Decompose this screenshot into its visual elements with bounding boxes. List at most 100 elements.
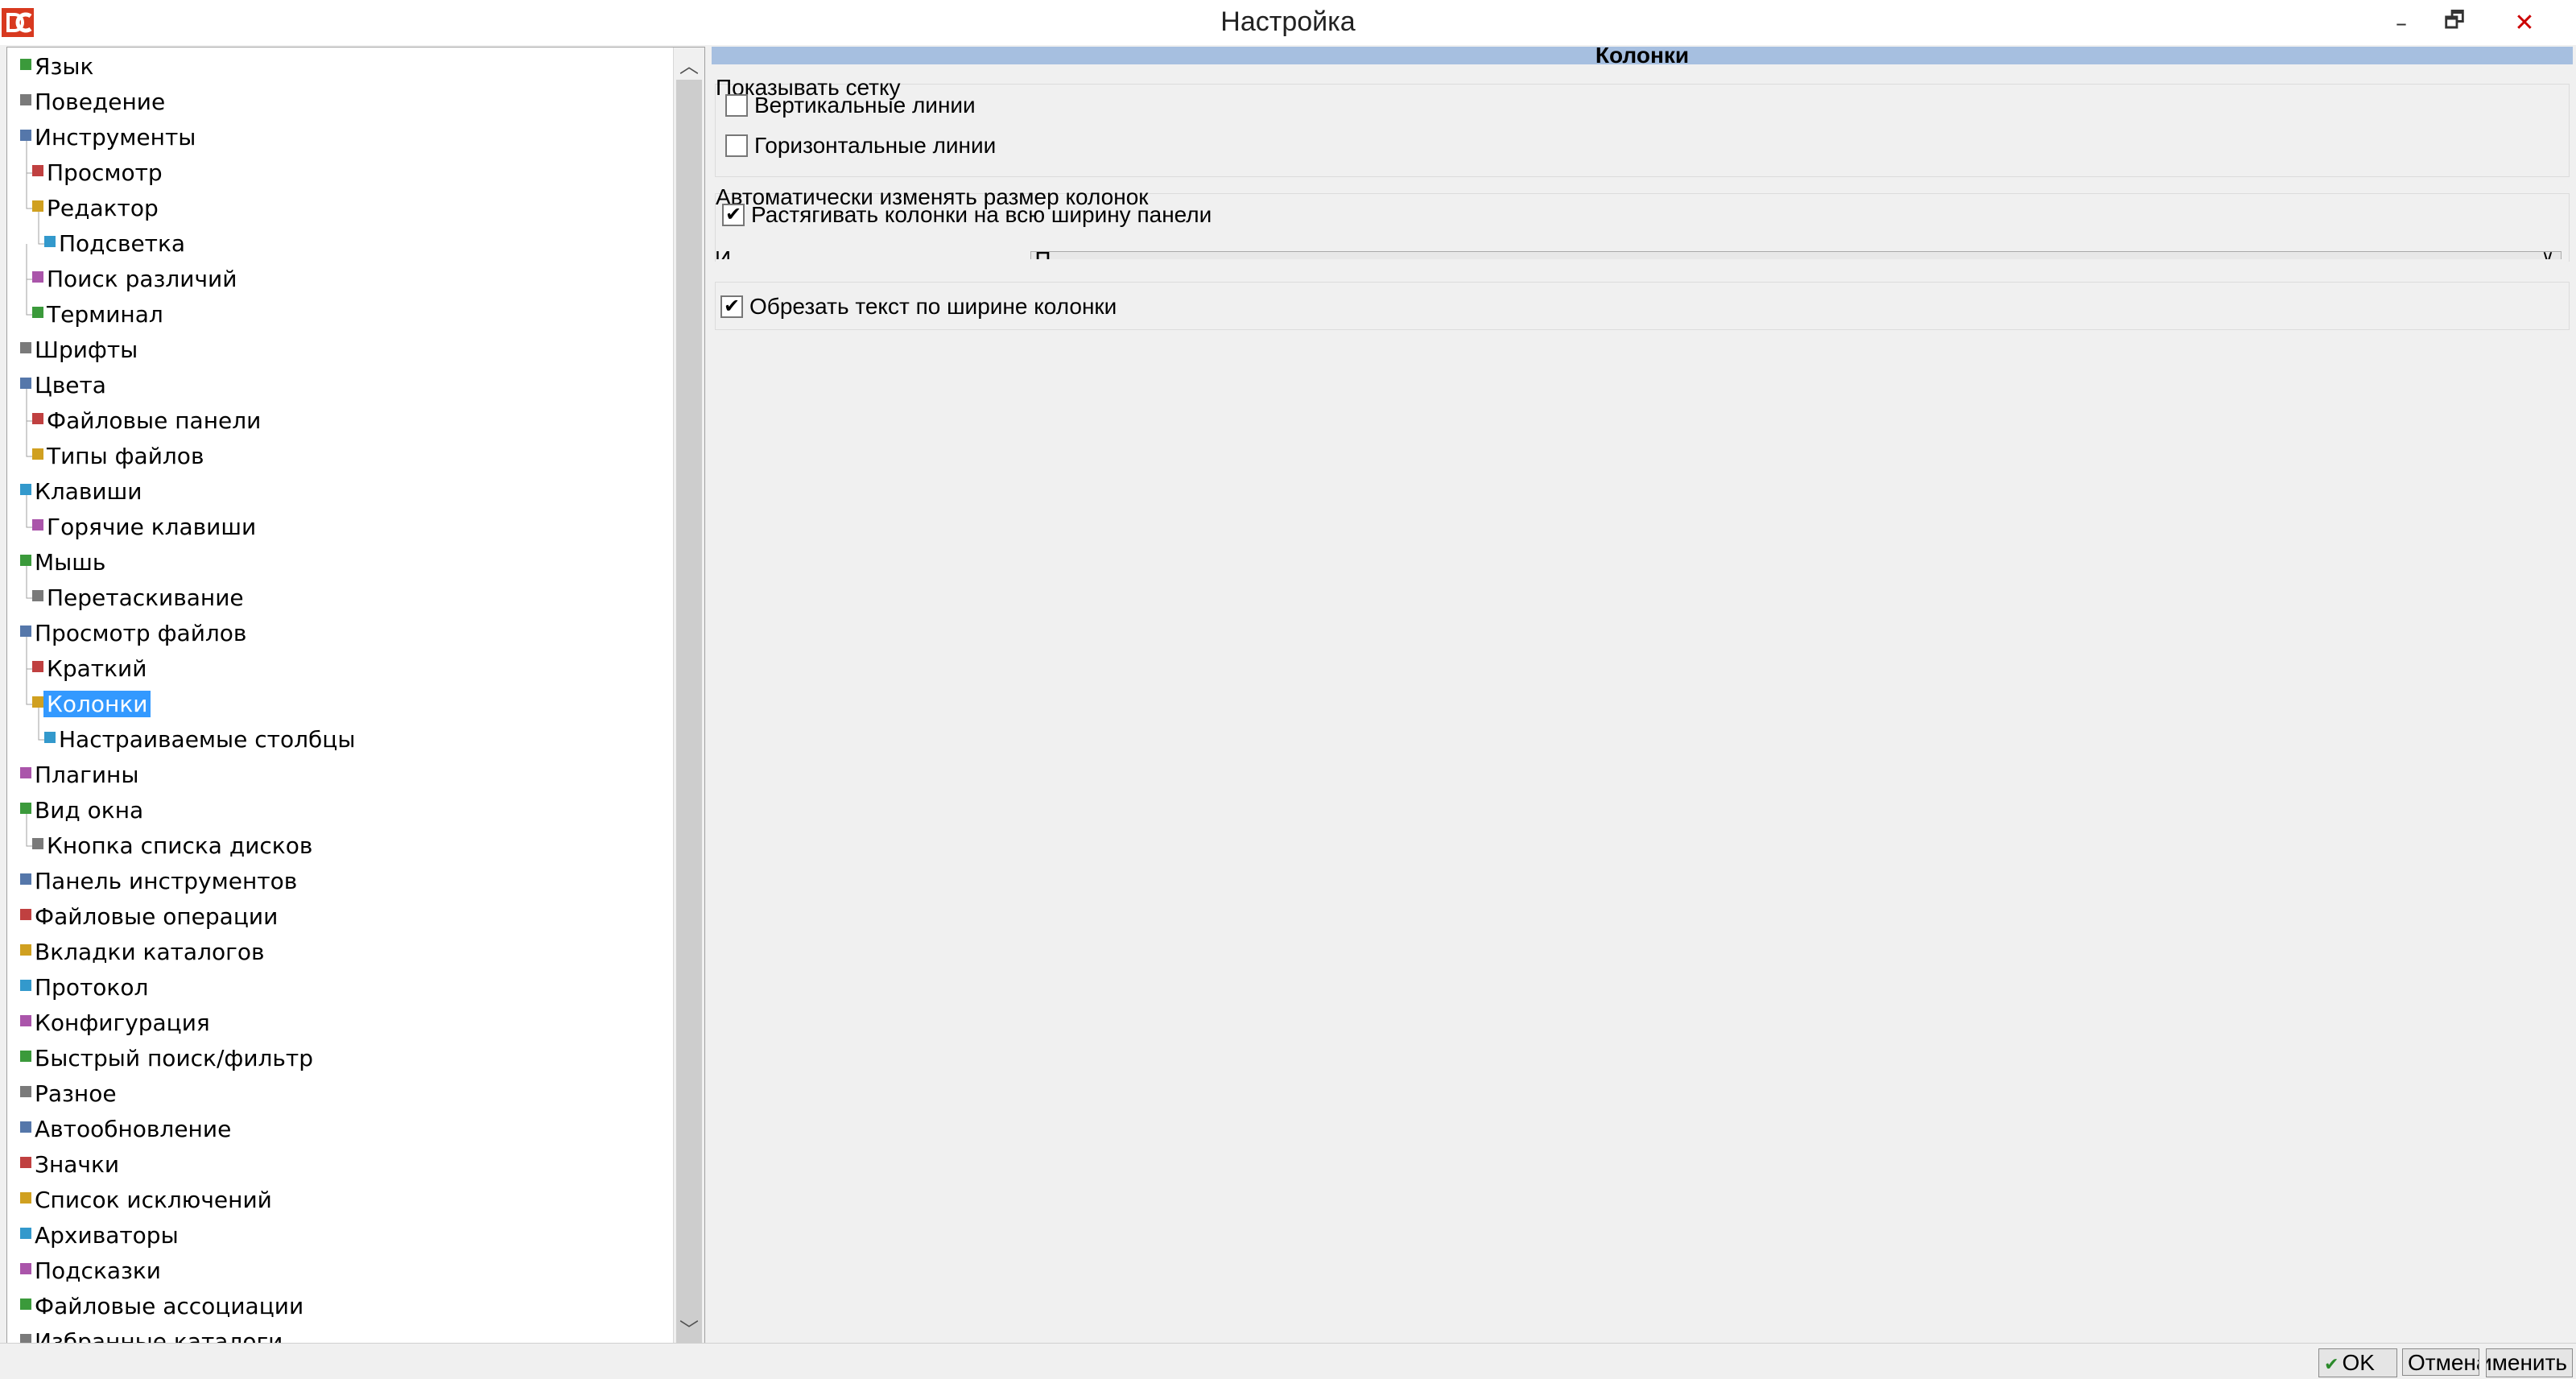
- file-associations-icon: [20, 1298, 31, 1310]
- tree-item-label: Панель инструментов: [35, 868, 298, 894]
- auto-refresh-icon: [20, 1121, 31, 1133]
- horizontal-lines-checkbox[interactable]: Горизонтальные линии: [725, 133, 996, 159]
- tree-item-label: Типы файлов: [47, 443, 204, 469]
- cancel-label: Отмена: [2408, 1350, 2479, 1375]
- autosize-column-label: И: [715, 250, 731, 259]
- tree-item[interactable]: Колонки: [32, 688, 151, 720]
- options-tree: Язык Поведение Инструменты Просмотр Редактор…: [6, 47, 705, 1344]
- close-button[interactable]: ✕: [2486, 0, 2563, 45]
- tree-item[interactable]: Автообновление: [20, 1113, 234, 1146]
- horizontal-lines-label: Горизонтальные линии: [754, 133, 997, 158]
- tree-item[interactable]: Плагины: [20, 759, 142, 791]
- truncate-text-checkbox[interactable]: ✔ Обрезать текст по ширине колонки: [720, 294, 1117, 320]
- tree-item[interactable]: Подсветка: [44, 228, 188, 260]
- tree-item[interactable]: Поиск различий: [32, 263, 240, 295]
- misc-icon: [20, 1086, 31, 1097]
- tree-item-label: Подсказки: [35, 1257, 162, 1284]
- tree-item-label: Просмотр файлов: [35, 620, 247, 646]
- mouse-icon: [20, 555, 31, 566]
- quick-search-icon: [20, 1051, 31, 1062]
- tree-item-label: Колонки: [43, 691, 151, 717]
- file-types-icon: [32, 448, 43, 460]
- tree-item-label: Плагины: [35, 762, 139, 788]
- tree-item-label: Клавиши: [35, 478, 142, 505]
- apply-button[interactable]: Применить: [2486, 1348, 2573, 1377]
- tree-item[interactable]: Кнопка списка дисков: [32, 830, 316, 862]
- tree-item[interactable]: Горячие клавиши: [32, 511, 259, 543]
- tree-item[interactable]: Быстрый поиск/фильтр: [20, 1043, 316, 1075]
- tree-item-label: Вид окна: [35, 797, 144, 824]
- tree-item-label: Настраиваемые столбцы: [59, 726, 356, 753]
- tree-item[interactable]: Цвета: [20, 370, 109, 402]
- check-icon: ✔: [2324, 1354, 2339, 1374]
- tree-item[interactable]: Архиваторы: [20, 1220, 182, 1252]
- tooltips-icon: [20, 1263, 31, 1274]
- tree-item[interactable]: Шрифты: [20, 334, 141, 366]
- scroll-up-arrow-icon[interactable]: ︿: [674, 47, 704, 80]
- tree-connector: [26, 173, 32, 209]
- tree-item[interactable]: Файловые операции: [20, 901, 281, 933]
- stretch-columns-box[interactable]: ✔: [722, 204, 745, 226]
- tree-item[interactable]: Избранные каталоги: [20, 1326, 286, 1344]
- tree-item[interactable]: Краткий: [32, 653, 150, 685]
- tree-item[interactable]: Настраиваемые столбцы: [44, 724, 358, 756]
- tree-item[interactable]: Разное: [20, 1078, 120, 1110]
- tree-item-label: Подсветка: [59, 230, 186, 257]
- window-title: Настройка: [1220, 6, 1356, 37]
- autosize-column-combo[interactable]: П ∨: [1030, 250, 2562, 259]
- tree-item-label: Вкладки каталогов: [35, 939, 265, 965]
- toolbar-icon: [20, 873, 31, 885]
- columns-icon: [32, 696, 43, 708]
- tree-item[interactable]: Типы файлов: [32, 440, 207, 473]
- terminal-icon: [32, 307, 43, 318]
- tree-item-label: Инструменты: [35, 124, 196, 151]
- tree-item[interactable]: Список исключений: [20, 1184, 275, 1216]
- tree-item[interactable]: Вид окна: [20, 795, 147, 827]
- tree-scrollbar[interactable]: ︿ ﹀: [673, 47, 704, 1344]
- tree-item[interactable]: Протокол: [20, 972, 151, 1004]
- vertical-lines-box[interactable]: [725, 94, 748, 117]
- drive-button-icon: [32, 838, 43, 849]
- tree-item[interactable]: Просмотр: [32, 157, 166, 189]
- tree-item[interactable]: Конфигурация: [20, 1007, 213, 1039]
- tree-item[interactable]: Файловые панели: [32, 405, 264, 437]
- chevron-down-icon: ∨: [2541, 250, 2554, 259]
- vertical-lines-checkbox[interactable]: Вертикальные линии: [725, 93, 976, 118]
- tree-item[interactable]: Файловые ассоциации: [20, 1290, 307, 1323]
- folder-tabs-icon: [20, 944, 31, 956]
- tree-item[interactable]: Редактор: [32, 192, 162, 225]
- tree-item[interactable]: Значки: [20, 1149, 122, 1181]
- truncate-text-box[interactable]: ✔: [720, 295, 743, 318]
- tree-item[interactable]: Мышь: [20, 547, 109, 579]
- tree-item-label: Конфигурация: [35, 1009, 210, 1036]
- tree-item[interactable]: Панель инструментов: [20, 865, 300, 898]
- tree-item[interactable]: Перетаскивание: [32, 582, 247, 614]
- horizontal-lines-box[interactable]: [725, 134, 748, 157]
- keys-icon: [20, 484, 31, 495]
- tree-item-label: Избранные каталоги: [35, 1328, 283, 1344]
- stretch-columns-checkbox[interactable]: ✔ Растягивать колонки на всю ширину пане…: [722, 202, 1212, 228]
- tree-item-label: Терминал: [47, 301, 163, 328]
- brief-icon: [32, 661, 43, 672]
- behavior-icon: [20, 94, 31, 105]
- scrollbar-thumb[interactable]: [676, 80, 702, 1344]
- tree-item[interactable]: Вкладки каталогов: [20, 936, 267, 968]
- log-icon: [20, 980, 31, 991]
- tree-item[interactable]: Язык: [20, 51, 97, 83]
- tree-item[interactable]: Инструменты: [20, 122, 199, 154]
- tree-item[interactable]: Просмотр файлов: [20, 617, 250, 650]
- tree-item-label: Поведение: [35, 89, 166, 115]
- tree-item[interactable]: Поведение: [20, 86, 168, 118]
- tree-item[interactable]: Терминал: [32, 299, 167, 331]
- tree-item[interactable]: Подсказки: [20, 1255, 164, 1287]
- truncate-text-group: ✔ Обрезать текст по ширине колонки: [715, 282, 2570, 330]
- tree-item-label: Шрифты: [35, 336, 138, 363]
- tree-item[interactable]: Клавиши: [20, 476, 145, 508]
- cancel-button[interactable]: Отмена: [2402, 1348, 2479, 1376]
- language-icon: [20, 59, 31, 70]
- title-bar: Настройка – 🗗 ✕: [0, 0, 2576, 45]
- restore-button[interactable]: 🗗: [2428, 0, 2481, 45]
- scroll-down-arrow-icon[interactable]: ﹀: [674, 1311, 704, 1344]
- minimize-button[interactable]: –: [2375, 0, 2428, 45]
- ok-button[interactable]: ✔ OK: [2318, 1348, 2397, 1377]
